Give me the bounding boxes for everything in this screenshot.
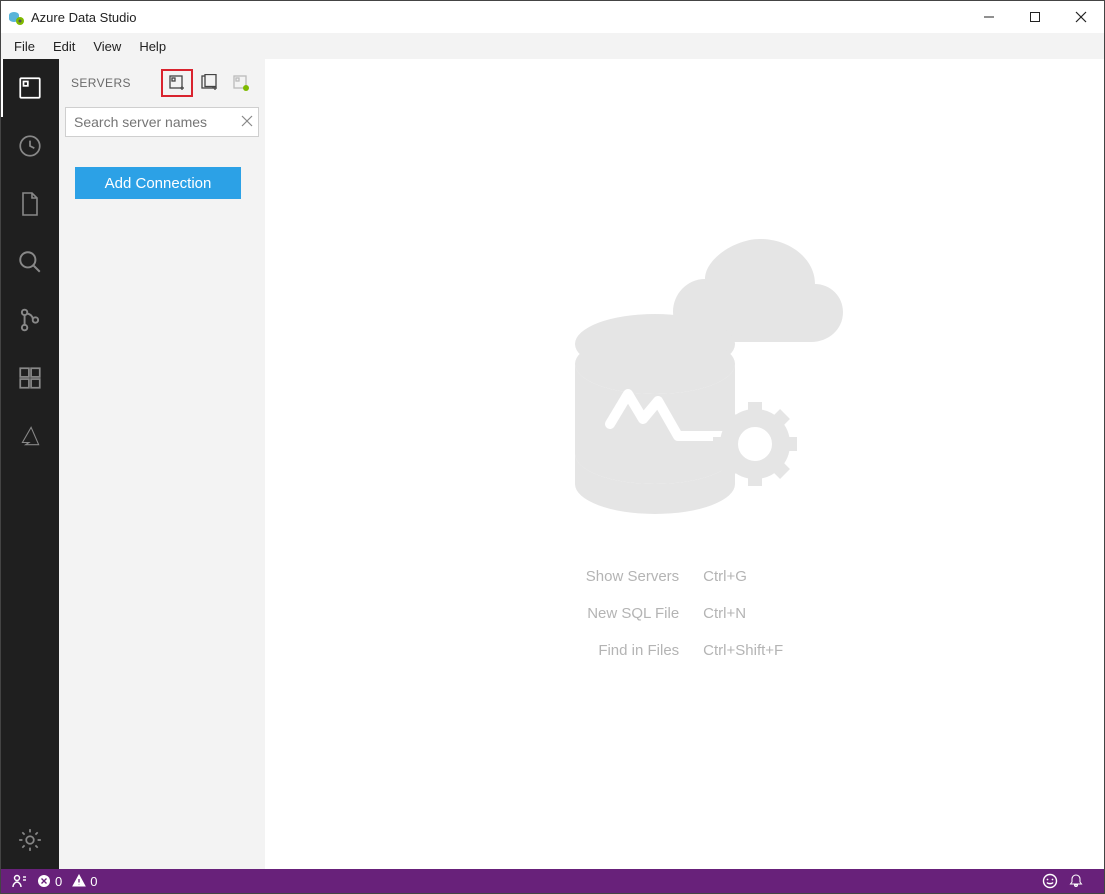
activity-servers-icon[interactable] (1, 59, 59, 117)
app-icon (7, 8, 25, 26)
clear-search-icon[interactable] (241, 114, 253, 130)
activity-task-history-icon[interactable] (1, 117, 59, 175)
title-bar: Azure Data Studio (1, 1, 1104, 33)
menu-edit[interactable]: Edit (44, 36, 84, 57)
minimize-button[interactable] (966, 1, 1012, 33)
maximize-button[interactable] (1012, 1, 1058, 33)
menu-help[interactable]: Help (130, 36, 175, 57)
status-notifications-icon[interactable] (1068, 873, 1084, 889)
close-button[interactable] (1058, 1, 1104, 33)
activity-explorer-icon[interactable] (1, 175, 59, 233)
status-errors[interactable]: 0 (37, 874, 62, 889)
shortcut-show-servers-key: Ctrl+G (703, 568, 783, 585)
status-warnings[interactable]: 0 (72, 874, 97, 889)
shortcut-new-sql-label: New SQL File (586, 605, 679, 622)
shortcut-new-sql-key: Ctrl+N (703, 605, 783, 622)
activity-extensions-icon[interactable] (1, 349, 59, 407)
menu-bar: File Edit View Help (1, 33, 1104, 59)
status-errors-count: 0 (55, 874, 62, 889)
show-active-connections-icon[interactable] (225, 69, 257, 97)
server-search-box (65, 107, 259, 137)
status-warnings-count: 0 (90, 874, 97, 889)
editor-welcome: Show Servers Ctrl+G New SQL File Ctrl+N … (265, 59, 1104, 869)
panel-title: SERVERS (71, 76, 131, 90)
add-connection-button[interactable]: Add Connection (75, 167, 241, 199)
status-bar: 0 0 (1, 869, 1104, 893)
status-remote-icon[interactable] (11, 873, 27, 889)
servers-panel: SERVERS Add Connection (59, 59, 265, 869)
shortcut-show-servers-label: Show Servers (586, 568, 679, 585)
menu-view[interactable]: View (84, 36, 130, 57)
activity-azure-icon[interactable] (1, 407, 59, 465)
activity-search-icon[interactable] (1, 233, 59, 291)
status-feedback-icon[interactable] (1042, 873, 1058, 889)
menu-file[interactable]: File (5, 36, 44, 57)
new-server-group-icon[interactable] (193, 69, 225, 97)
welcome-artwork (515, 189, 855, 532)
shortcut-find-files-label: Find in Files (586, 642, 679, 659)
welcome-shortcuts: Show Servers Ctrl+G New SQL File Ctrl+N … (586, 568, 783, 659)
server-search-input[interactable] (65, 107, 259, 137)
activity-settings-icon[interactable] (1, 811, 59, 869)
window-title: Azure Data Studio (31, 10, 137, 25)
activity-bar (1, 59, 59, 869)
shortcut-find-files-key: Ctrl+Shift+F (703, 642, 783, 659)
activity-source-control-icon[interactable] (1, 291, 59, 349)
new-connection-icon[interactable] (161, 69, 193, 97)
